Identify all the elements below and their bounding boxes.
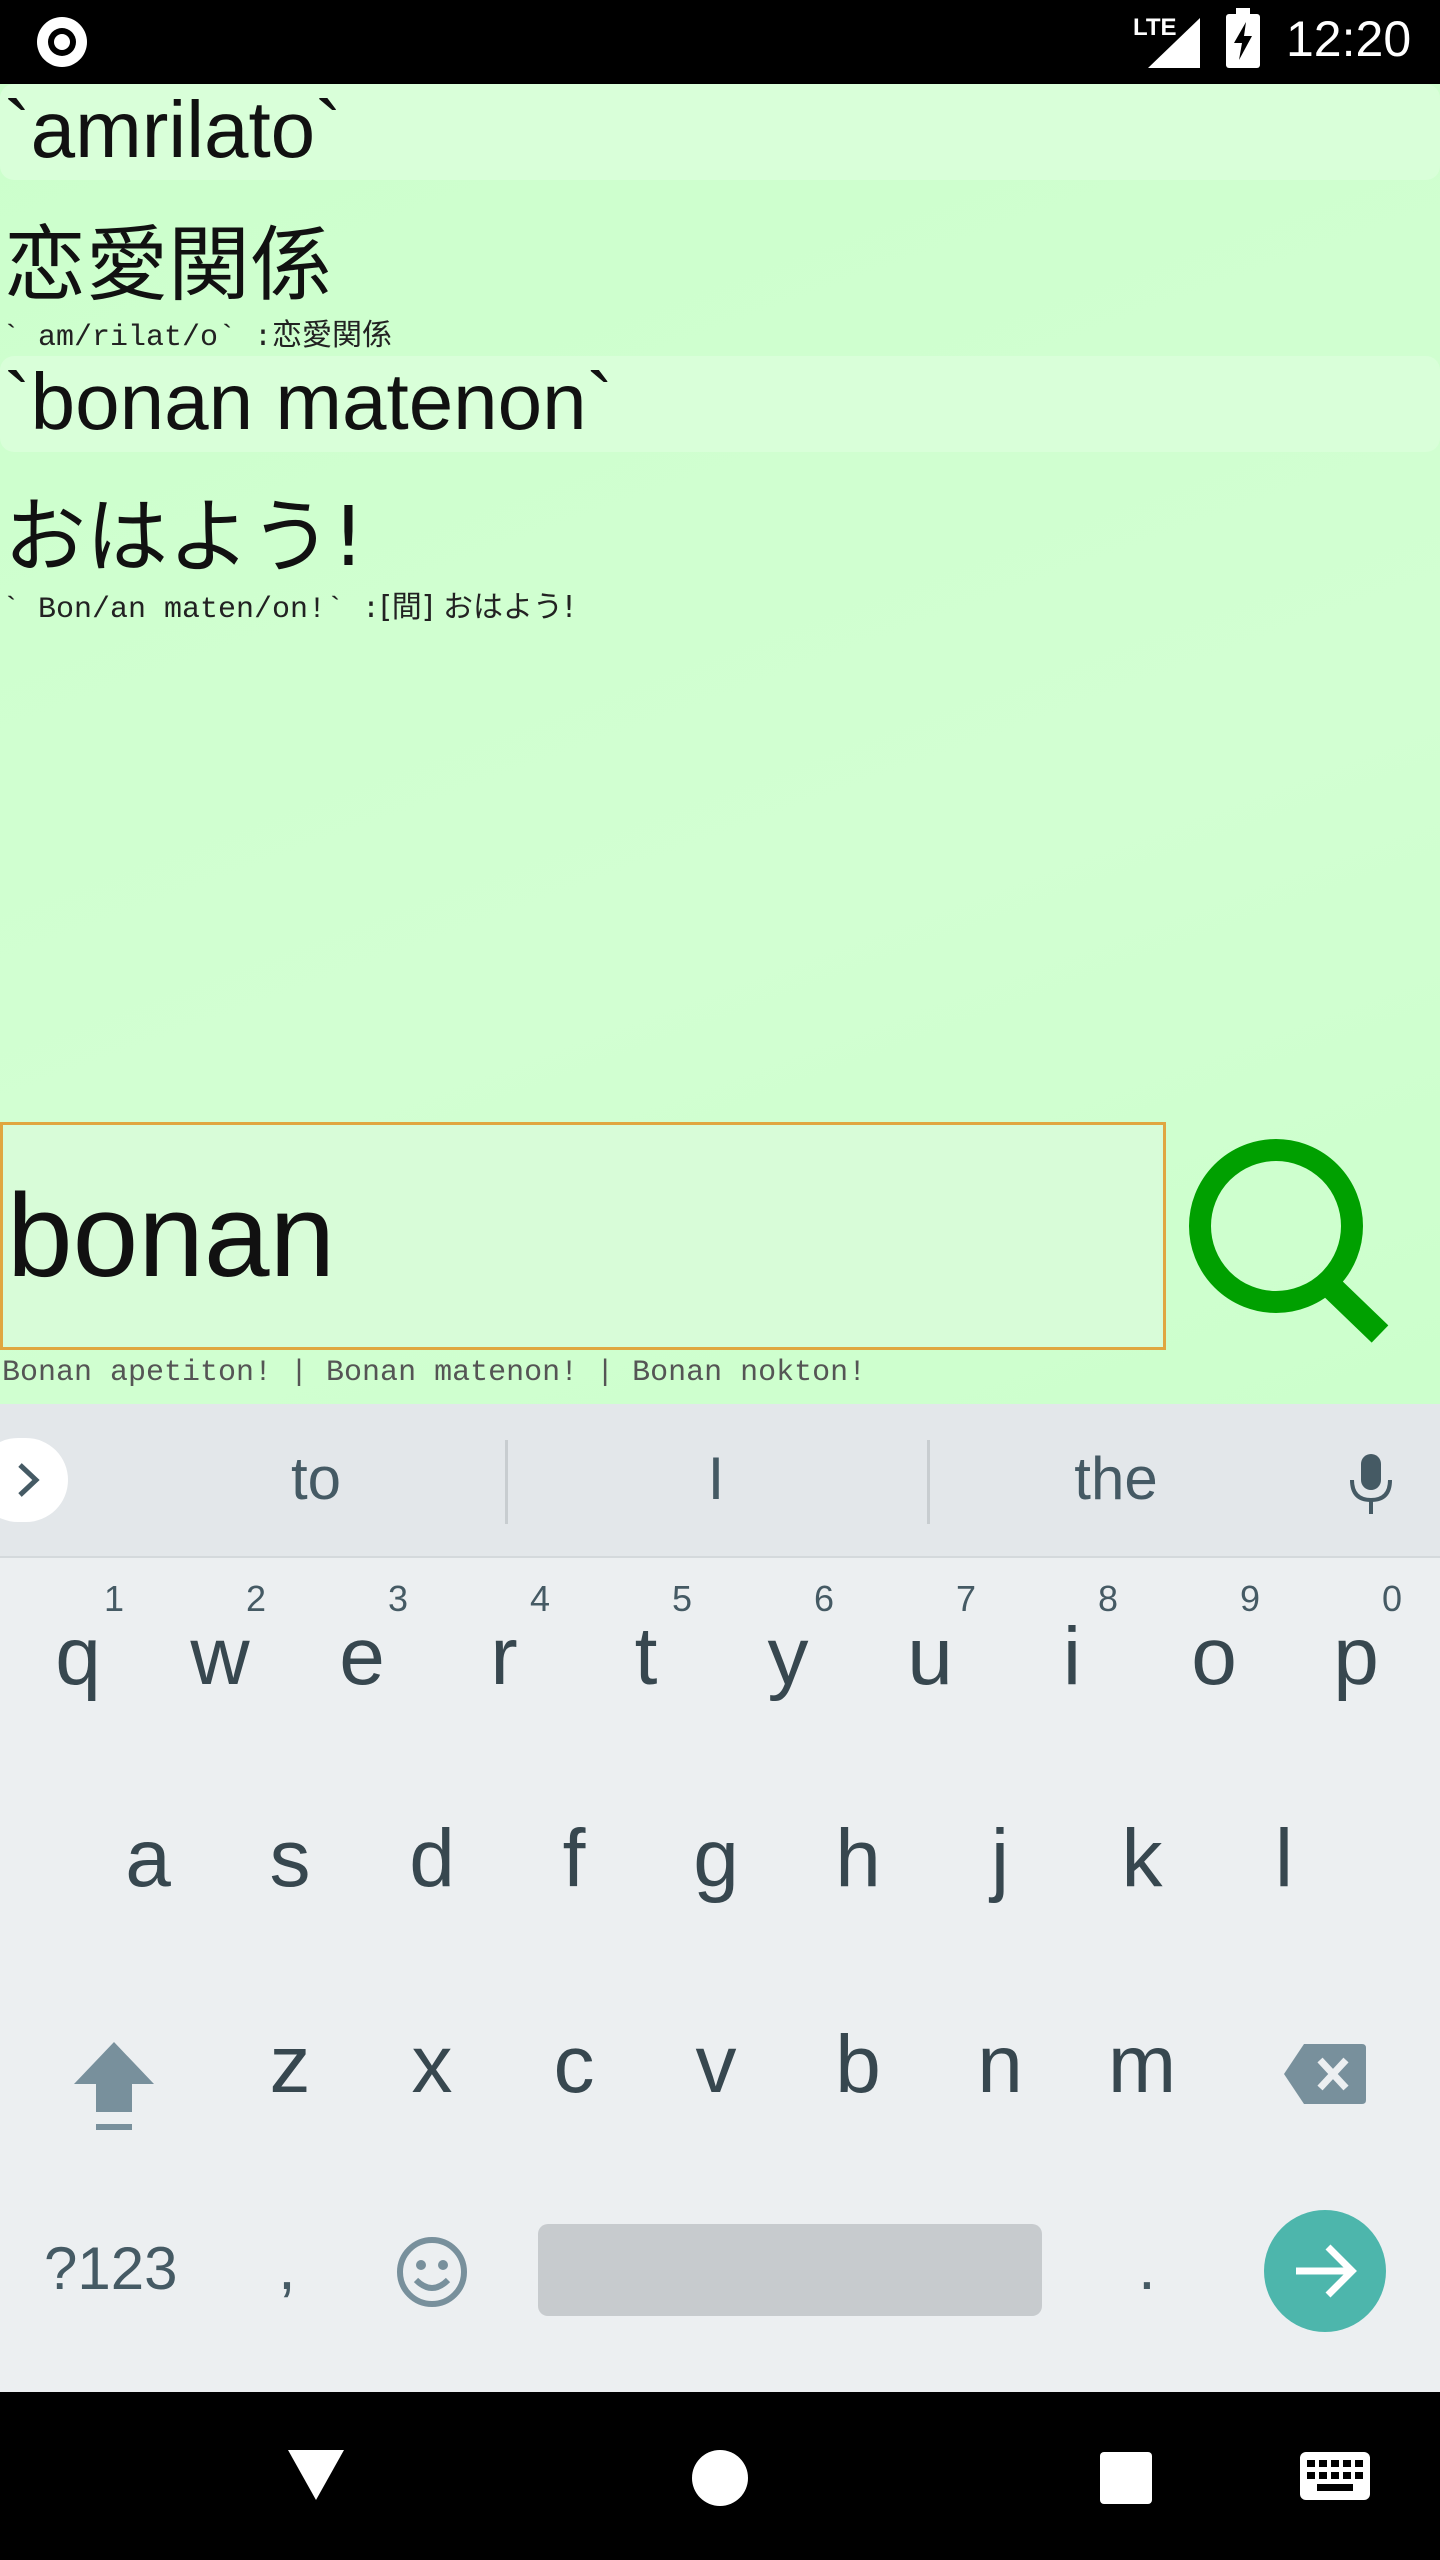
key-label: g <box>693 1813 739 1904</box>
key-label: e <box>339 1611 385 1702</box>
key-label: v <box>695 2019 737 2110</box>
entry-note-2: ` Bon/an maten/on!` :[間] おはよう! <box>2 582 575 627</box>
key-y[interactable]: 6y <box>728 1570 848 1720</box>
key-j[interactable]: j <box>940 1772 1060 1922</box>
battery-charging-icon <box>1226 8 1260 68</box>
key-f[interactable]: f <box>514 1772 634 1922</box>
phrase-suggestions[interactable]: Bonan apetiton! | Bonan matenon! | Bonan… <box>2 1356 866 1390</box>
key-label: s <box>269 1813 311 1904</box>
entry-note-2-meaning: [間] おはよう! <box>380 590 576 625</box>
clock: 12:20 <box>1286 11 1412 67</box>
suggestion-divider <box>505 1440 508 1524</box>
status-bar: LTE 12:20 <box>0 0 1440 84</box>
comma-key[interactable]: , <box>278 2230 296 2304</box>
key-label: b <box>835 2019 881 2110</box>
key-a[interactable]: a <box>88 1772 208 1922</box>
key-label: z <box>269 2019 311 2110</box>
key-label: a <box>125 1813 171 1904</box>
key-label: m <box>1107 2019 1177 2110</box>
record-icon <box>37 17 87 67</box>
key-label: u <box>907 1611 953 1702</box>
key-label: f <box>562 1813 586 1904</box>
expand-suggestions-button[interactable] <box>0 1438 68 1522</box>
key-label: h <box>835 1813 881 1904</box>
key-h[interactable]: h <box>798 1772 918 1922</box>
keyboard-switch-icon[interactable] <box>1300 2452 1370 2500</box>
period-key[interactable]: . <box>1138 2230 1156 2304</box>
key-g[interactable]: g <box>656 1772 776 1922</box>
suggestion-1[interactable]: to <box>196 1444 436 1513</box>
results-area: `amrilato` 恋愛関係 ` am/rilat/o` :恋愛関係 `bon… <box>0 84 1440 1404</box>
key-label: d <box>409 1813 455 1904</box>
entry-translation-1: 恋愛関係 <box>4 218 333 313</box>
key-r[interactable]: 4r <box>444 1570 564 1720</box>
symbols-key[interactable]: ?123 <box>44 2234 177 2303</box>
key-c[interactable]: c <box>514 1978 634 2128</box>
entry-note-1-pronunciation: ` am/rilat/o` : <box>2 321 273 355</box>
key-t[interactable]: 5t <box>586 1570 706 1720</box>
suggestion-2[interactable]: I <box>596 1444 836 1513</box>
key-z[interactable]: z <box>230 1978 350 2128</box>
recent-apps-icon[interactable] <box>1100 2452 1152 2504</box>
emoji-icon[interactable] <box>396 2236 468 2308</box>
key-label: r <box>490 1611 518 1702</box>
soft-keyboard: to I the 1q 2w 3e 4r 5t 6y 7u 8i 9o 0p a… <box>0 1404 1440 2392</box>
key-label: t <box>634 1611 658 1702</box>
key-q[interactable]: 1q <box>18 1570 138 1720</box>
shift-icon <box>74 2042 154 2130</box>
arrow-right-icon <box>1296 2244 1357 2298</box>
key-d[interactable]: d <box>372 1772 492 1922</box>
space-key[interactable] <box>538 2224 1042 2316</box>
key-p[interactable]: 0p <box>1296 1570 1416 1720</box>
key-label: o <box>1191 1611 1237 1702</box>
key-label: y <box>767 1611 809 1702</box>
signal-icon <box>1148 18 1200 68</box>
key-label: j <box>990 1813 1010 1904</box>
key-label: n <box>977 2019 1023 2110</box>
search-input[interactable] <box>7 1125 1157 1347</box>
key-label: w <box>190 1611 250 1702</box>
key-u[interactable]: 7u <box>870 1570 990 1720</box>
navigation-bar <box>0 2392 1440 2560</box>
key-k[interactable]: k <box>1082 1772 1202 1922</box>
key-l[interactable]: l <box>1224 1772 1344 1922</box>
key-b[interactable]: b <box>798 1978 918 2128</box>
key-v[interactable]: v <box>656 1978 776 2128</box>
key-label: c <box>553 2019 595 2110</box>
search-button[interactable] <box>1186 1130 1396 1350</box>
home-icon[interactable] <box>692 2450 748 2506</box>
shift-key[interactable] <box>54 1976 174 2130</box>
key-e[interactable]: 3e <box>302 1570 422 1720</box>
key-m[interactable]: m <box>1082 1978 1202 2128</box>
entry-translation-2: おはよう! <box>4 490 365 585</box>
key-w[interactable]: 2w <box>160 1570 280 1720</box>
key-label: p <box>1333 1611 1379 1702</box>
microphone-icon[interactable] <box>1346 1452 1396 1516</box>
backspace-key[interactable] <box>1264 1976 1384 2126</box>
key-label: l <box>1274 1813 1294 1904</box>
chevron-right-icon <box>18 1463 40 1497</box>
key-label: x <box>411 2019 453 2110</box>
suggestion-strip: to I the <box>0 1404 1440 1558</box>
entry-word-2[interactable]: `bonan matenon` <box>4 356 613 448</box>
entry-note-1-meaning: 恋愛関係 <box>272 318 393 353</box>
enter-key[interactable] <box>1264 2210 1386 2332</box>
backspace-icon <box>1284 2044 1366 2104</box>
entry-note-2-pronunciation: ` Bon/an maten/on!` : <box>2 593 381 627</box>
key-s[interactable]: s <box>230 1772 350 1922</box>
search-field[interactable] <box>0 1122 1166 1350</box>
entry-note-1: ` am/rilat/o` :恋愛関係 <box>2 310 392 355</box>
key-n[interactable]: n <box>940 1978 1060 2128</box>
search-icon <box>1189 1139 1389 1343</box>
entry-word-1[interactable]: `amrilato` <box>4 84 342 176</box>
key-label: i <box>1062 1611 1082 1702</box>
suggestion-3[interactable]: the <box>996 1444 1236 1513</box>
key-label: q <box>55 1611 101 1702</box>
suggestion-divider <box>927 1440 930 1524</box>
key-x[interactable]: x <box>372 1978 492 2128</box>
key-i[interactable]: 8i <box>1012 1570 1132 1720</box>
key-label: k <box>1121 1813 1163 1904</box>
back-icon[interactable] <box>288 2450 344 2500</box>
key-o[interactable]: 9o <box>1154 1570 1274 1720</box>
